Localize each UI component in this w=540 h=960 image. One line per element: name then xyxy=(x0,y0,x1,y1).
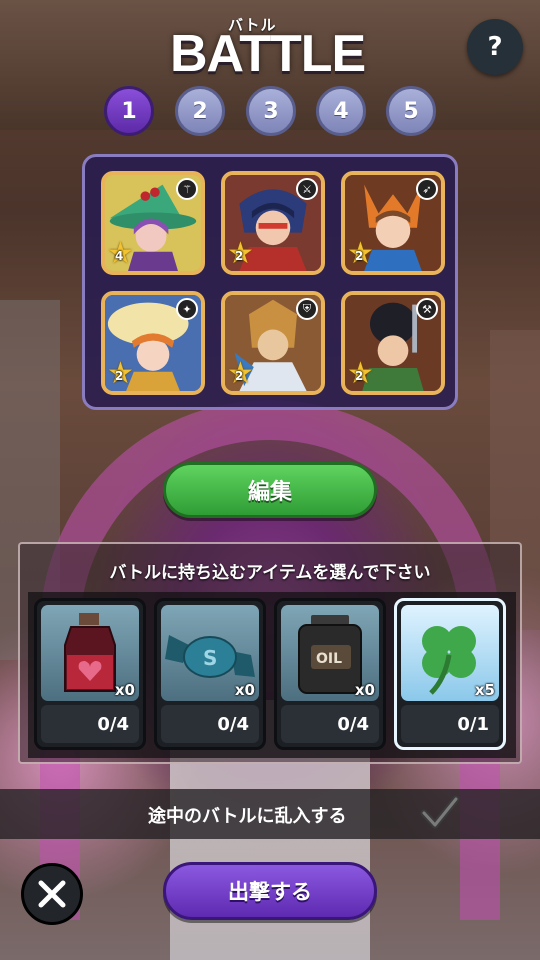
page-2-button[interactable]: 2 xyxy=(175,86,225,136)
team-panel: ⚚ ★ 4 ⚔ ★ 2 ➶ ★ 2 ✦ ★ 2 ⛨ ★ 2 ⚒ ★ 2 xyxy=(82,154,458,410)
intrude-toggle-row[interactable]: 途中のバトルに乱入する xyxy=(0,789,540,839)
character-slot-3[interactable]: ➶ ★ 2 xyxy=(341,171,445,275)
staff-icon: ⚚ xyxy=(176,178,198,200)
item-usage: 0/1 xyxy=(401,705,499,743)
item-count: x0 xyxy=(354,681,375,699)
page-5-button[interactable]: 5 xyxy=(386,86,436,136)
item-count: x5 xyxy=(474,681,495,699)
character-level: 2 xyxy=(235,369,244,383)
character-level: 2 xyxy=(235,249,244,263)
item-slot-candy[interactable]: S x0 0/4 xyxy=(154,598,266,750)
item-usage: 0/4 xyxy=(41,705,139,743)
help-button[interactable]: ? xyxy=(467,19,523,75)
sword-icon: ⚔ xyxy=(296,178,318,200)
page-4-button[interactable]: 4 xyxy=(316,86,366,136)
character-level: 2 xyxy=(355,369,364,383)
character-slot-6[interactable]: ⚒ ★ 2 xyxy=(341,291,445,395)
character-slot-5[interactable]: ⛨ ★ 2 xyxy=(221,291,325,395)
close-icon xyxy=(38,880,66,908)
item-count: x0 xyxy=(114,681,135,699)
page-title: バトル BATTLE xyxy=(170,14,370,84)
character-level: 2 xyxy=(355,249,364,263)
checkmark-icon[interactable] xyxy=(420,795,460,831)
item-count: x0 xyxy=(234,681,255,699)
intrude-label: 途中のバトルに乱入する xyxy=(148,806,347,827)
character-level: 2 xyxy=(115,369,124,383)
svg-text:S: S xyxy=(203,646,217,670)
title-text: BATTLE xyxy=(170,25,366,83)
magic-icon: ✦ xyxy=(176,298,198,320)
edit-team-button[interactable]: 編集 xyxy=(163,462,377,518)
shield-icon: ⛨ xyxy=(296,298,318,320)
character-slot-4[interactable]: ✦ ★ 2 xyxy=(101,291,205,395)
item-slot-clover[interactable]: x5 0/1 xyxy=(394,598,506,750)
item-slot-oil[interactable]: OIL x0 0/4 xyxy=(274,598,386,750)
svg-text:OIL: OIL xyxy=(316,651,342,667)
bow-icon: ➶ xyxy=(416,178,438,200)
team-page-selector: 1 2 3 4 5 xyxy=(104,86,444,138)
axe-icon: ⚒ xyxy=(416,298,438,320)
sortie-button[interactable]: 出撃する xyxy=(163,862,377,920)
character-slot-1[interactable]: ⚚ ★ 4 xyxy=(101,171,205,275)
item-slot-potion[interactable]: x0 0/4 xyxy=(34,598,146,750)
page-3-button[interactable]: 3 xyxy=(246,86,296,136)
items-heading: バトルに持ち込むアイテムを選んで下さい xyxy=(109,563,431,583)
close-button[interactable] xyxy=(21,863,83,925)
character-level: 4 xyxy=(115,249,124,263)
character-slot-2[interactable]: ⚔ ★ 2 xyxy=(221,171,325,275)
page-1-button[interactable]: 1 xyxy=(104,86,154,136)
item-usage: 0/4 xyxy=(281,705,379,743)
item-usage: 0/4 xyxy=(161,705,259,743)
